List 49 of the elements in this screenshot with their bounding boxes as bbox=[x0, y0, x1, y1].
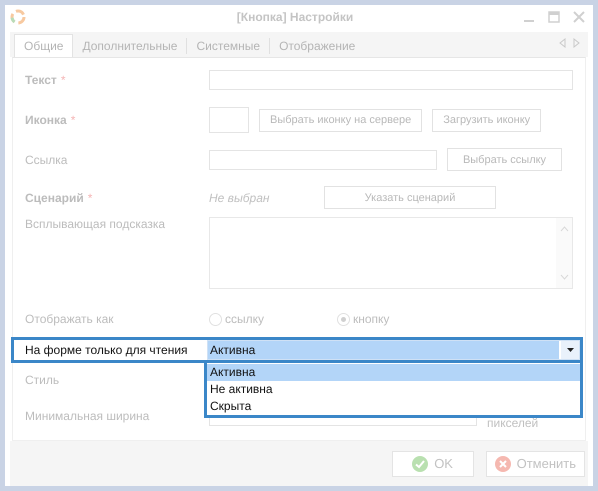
maximize-icon[interactable] bbox=[548, 10, 560, 22]
field-label: На форме только для чтения bbox=[25, 343, 188, 357]
icon-preview-box bbox=[209, 107, 249, 133]
caret-icon bbox=[566, 348, 574, 352]
field-label: Текст bbox=[25, 73, 57, 87]
action-button[interactable]: Указать сценарий bbox=[324, 186, 496, 209]
link-field[interactable] bbox=[209, 150, 437, 170]
text-field[interactable] bbox=[209, 70, 573, 90]
field-label: Всплывающая подсказка bbox=[25, 217, 166, 231]
required-asterisk: * bbox=[88, 190, 92, 204]
dropdown-arrow-button[interactable] bbox=[559, 341, 579, 359]
scroll-right-icon[interactable] bbox=[573, 38, 580, 48]
action-button[interactable]: Выбрать иконку на сервере bbox=[259, 108, 422, 132]
tab[interactable]: Общие bbox=[14, 34, 74, 57]
ok-button[interactable]: OK bbox=[392, 450, 474, 476]
radio-label: кнопку bbox=[353, 312, 390, 326]
field-label: Минимальная ширина bbox=[25, 409, 150, 423]
scroll-left-icon[interactable] bbox=[559, 38, 566, 48]
tab[interactable]: Отображение bbox=[270, 35, 364, 57]
script-value: Не выбран bbox=[209, 190, 270, 204]
scroll-down-icon[interactable] bbox=[560, 274, 568, 280]
field-label: Сценарий bbox=[25, 190, 84, 204]
cancel-button[interactable]: Отменить bbox=[486, 450, 585, 476]
dropdown-option[interactable]: Активна bbox=[207, 364, 580, 381]
close-icon[interactable] bbox=[573, 10, 585, 22]
radio-button[interactable] bbox=[337, 312, 350, 326]
action-button[interactable]: Загрузить иконку bbox=[432, 108, 542, 132]
field-label: Стиль bbox=[25, 373, 60, 387]
radio-button[interactable] bbox=[209, 312, 222, 326]
dropdown-option[interactable]: Не активна bbox=[207, 381, 580, 398]
close-icon bbox=[494, 456, 511, 472]
field-label: Ссылка bbox=[25, 152, 68, 166]
tab[interactable]: Системные bbox=[187, 35, 270, 57]
dropdown[interactable]: Активна bbox=[207, 340, 580, 360]
required-asterisk: * bbox=[70, 113, 76, 127]
tooltip-textarea[interactable] bbox=[209, 217, 573, 289]
window-title: [Кнопка] Настройки bbox=[236, 10, 354, 24]
check-icon bbox=[412, 456, 428, 472]
field-label: Иконка bbox=[25, 113, 67, 127]
required-asterisk: * bbox=[60, 73, 66, 87]
unit-label: пикселей bbox=[487, 416, 538, 430]
field-label: Отображать как bbox=[25, 312, 114, 326]
dropdown-option[interactable]: Скрыта bbox=[207, 398, 580, 415]
tab[interactable]: Дополнительные bbox=[73, 35, 186, 57]
radio-label: ссылку bbox=[225, 312, 264, 326]
scroll-up-icon[interactable] bbox=[560, 226, 568, 232]
ring-logo-icon bbox=[9, 8, 27, 26]
scrollbar[interactable] bbox=[556, 218, 572, 288]
action-button[interactable]: Выбрать ссылку bbox=[447, 148, 562, 171]
